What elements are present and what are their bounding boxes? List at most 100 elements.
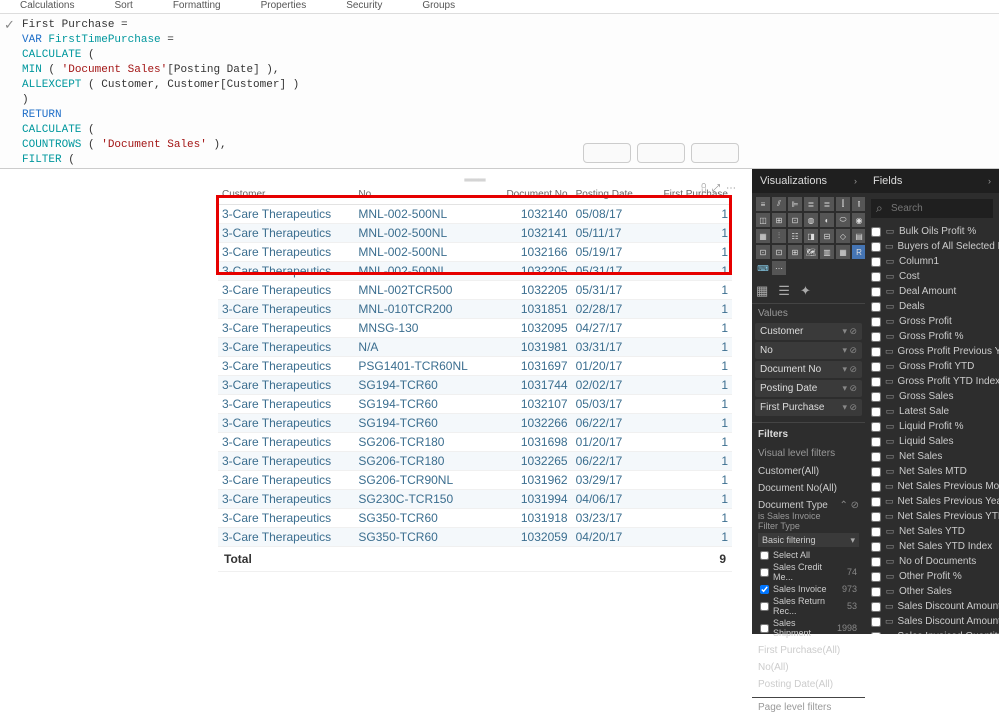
field-item[interactable]: ▭Net Sales xyxy=(865,449,999,464)
field-item[interactable]: ▭Gross Profit YTD Index xyxy=(865,374,999,389)
viz-type-icon[interactable]: ▦ xyxy=(756,229,770,243)
field-item[interactable]: ▭Gross Profit YTD xyxy=(865,359,999,374)
ribbon-properties[interactable]: Properties xyxy=(241,0,327,13)
fields-tab-icon[interactable]: ▦ xyxy=(756,283,768,299)
viz-type-icon[interactable]: ⋯ xyxy=(772,261,786,275)
field-item[interactable]: ▭Net Sales YTD Index xyxy=(865,539,999,554)
field-item[interactable]: ▭Cost xyxy=(865,269,999,284)
field-item[interactable]: ▭Sales Invoiced Quantity xyxy=(865,629,999,634)
viz-type-icon[interactable]: ⌨ xyxy=(756,261,770,275)
report-canvas[interactable]: ═══ ⩉ ⤢ ⋯ CustomerNoDocument NoPosting D… xyxy=(0,169,752,634)
field-item[interactable]: ▭Gross Profit Previous YTD xyxy=(865,344,999,359)
col-customer[interactable]: Customer xyxy=(218,185,354,205)
viz-type-icon[interactable]: ☷ xyxy=(788,229,802,243)
ribbon-formatting[interactable]: Formatting xyxy=(153,0,241,13)
viz-type-icon[interactable]: ◉ xyxy=(852,213,866,227)
analytics-tab-icon[interactable]: ✦ xyxy=(800,283,811,299)
viz-type-icon[interactable]: ◐ xyxy=(820,213,834,227)
format-btn-2[interactable] xyxy=(637,143,685,163)
filter-item[interactable]: First Purchase(All) xyxy=(752,642,865,659)
filter-item[interactable]: Customer(All) xyxy=(752,463,865,480)
viz-type-icon[interactable]: ◍ xyxy=(804,213,818,227)
format-btn-3[interactable] xyxy=(691,143,739,163)
viz-type-icon[interactable]: ◫ xyxy=(756,213,770,227)
table-row[interactable]: 3-Care TherapeuticsSG206-TCR180103169801… xyxy=(218,433,732,452)
filter-doctype-title[interactable]: Document Type xyxy=(758,500,828,511)
table-row[interactable]: 3-Care TherapeuticsPSG1401-TCR60NL103169… xyxy=(218,357,732,376)
field-item[interactable]: ▭Net Sales MTD xyxy=(865,464,999,479)
field-item[interactable]: ▭Buyers of All Selected Pr... xyxy=(865,239,999,254)
viz-type-icon[interactable]: ≣ xyxy=(820,197,834,211)
table-row[interactable]: 3-Care TherapeuticsSG194-TCR60103210705/… xyxy=(218,395,732,414)
viz-type-icon[interactable]: ⊞ xyxy=(788,245,802,259)
field-item[interactable]: ▭Other Sales xyxy=(865,584,999,599)
field-item[interactable]: ▭Sales Discount Amount % xyxy=(865,614,999,629)
filter-item[interactable]: Document No(All) xyxy=(752,480,865,497)
table-row[interactable]: 3-Care TherapeuticsSG230C-TCR15010319940… xyxy=(218,490,732,509)
table-row[interactable]: 3-Care TherapeuticsSG194-TCR60103226606/… xyxy=(218,414,732,433)
table-row[interactable]: 3-Care TherapeuticsSG350-TCR60103191803/… xyxy=(218,509,732,528)
viz-type-icon[interactable]: ≣ xyxy=(804,197,818,211)
table-row[interactable]: 3-Care TherapeuticsSG206-TCR180103226506… xyxy=(218,452,732,471)
viz-type-icon[interactable]: 🗺 xyxy=(804,245,818,259)
more-icon[interactable]: ⋯ xyxy=(726,183,736,194)
collapse-icon[interactable]: ⌃ xyxy=(839,500,847,511)
filter-option[interactable]: Select All xyxy=(758,549,859,561)
viz-type-icon[interactable]: ▤ xyxy=(852,229,866,243)
field-item[interactable]: ▭Gross Sales xyxy=(865,389,999,404)
field-item[interactable]: ▭Sales Discount Amount xyxy=(865,599,999,614)
viz-type-icon[interactable]: ▥ xyxy=(820,245,834,259)
field-item[interactable]: ▭Deals xyxy=(865,299,999,314)
field-item[interactable]: ▭Liquid Profit % xyxy=(865,419,999,434)
filter-option[interactable]: Sales Return Rec...53 xyxy=(758,595,859,617)
table-row[interactable]: 3-Care TherapeuticsMNL-002-500NL10321410… xyxy=(218,224,732,243)
field-item[interactable]: ▭No of Documents xyxy=(865,554,999,569)
field-item[interactable]: ▭Deal Amount xyxy=(865,284,999,299)
viz-type-icon[interactable]: ◇ xyxy=(836,229,850,243)
table-row[interactable]: 3-Care TherapeuticsMNL-002-500NL10322050… xyxy=(218,262,732,281)
viz-type-icon[interactable]: ⊡ xyxy=(788,213,802,227)
viz-type-icon[interactable]: ⊡ xyxy=(756,245,770,259)
field-item[interactable]: ▭Latest Sale xyxy=(865,404,999,419)
filter-item[interactable]: Posting Date(All) xyxy=(752,676,865,693)
format-tab-icon[interactable]: ☰ xyxy=(778,283,790,299)
drag-handle-icon[interactable]: ═══ xyxy=(218,175,732,185)
filter-type-dropdown[interactable]: Basic filtering xyxy=(758,533,859,547)
field-well[interactable]: Customer▾ ⊘ xyxy=(755,323,862,340)
field-well[interactable]: Posting Date▾ ⊘ xyxy=(755,380,862,397)
viz-type-icon[interactable]: ⫶ xyxy=(772,229,786,243)
field-item[interactable]: ▭Net Sales YTD xyxy=(865,524,999,539)
viz-type-icon[interactable]: ◨ xyxy=(804,229,818,243)
viz-type-icon[interactable]: ⊟ xyxy=(820,229,834,243)
filter-option[interactable]: Sales Invoice973 xyxy=(758,583,859,595)
field-well[interactable]: First Purchase▾ ⊘ xyxy=(755,399,862,416)
filter-option[interactable]: Sales Shipment1998 xyxy=(758,617,859,639)
table-row[interactable]: 3-Care TherapeuticsMNL-010TCR20010318510… xyxy=(218,300,732,319)
table-row[interactable]: 3-Care TherapeuticsSG206-TCR90NL10319620… xyxy=(218,471,732,490)
table-row[interactable]: 3-Care TherapeuticsSG350-TCR60103205904/… xyxy=(218,528,732,547)
field-item[interactable]: ▭Gross Profit % xyxy=(865,329,999,344)
table-row[interactable]: 3-Care TherapeuticsMNL-002TCR50010322050… xyxy=(218,281,732,300)
table-row[interactable]: 3-Care TherapeuticsMNL-002-500NL10321400… xyxy=(218,205,732,224)
field-item[interactable]: ▭Net Sales Previous Month xyxy=(865,479,999,494)
filter-option[interactable]: Sales Credit Me...74 xyxy=(758,561,859,583)
viz-type-icon[interactable]: R xyxy=(852,245,866,259)
table-visual[interactable]: ═══ ⩉ ⤢ ⋯ CustomerNoDocument NoPosting D… xyxy=(218,175,732,572)
viz-type-icon[interactable]: ⊫ xyxy=(788,197,802,211)
formula-editor[interactable]: ✓ First Purchase =VAR FirstTimePurchase … xyxy=(0,14,999,169)
field-item[interactable]: ▭Net Sales Previous Year xyxy=(865,494,999,509)
field-item[interactable]: ▭Net Sales Previous YTD xyxy=(865,509,999,524)
field-well[interactable]: No▾ ⊘ xyxy=(755,342,862,359)
ribbon-calculations[interactable]: Calculations xyxy=(0,0,94,13)
col-posting-date[interactable]: Posting Date xyxy=(572,185,648,205)
table-row[interactable]: 3-Care TherapeuticsSG194-TCR60103174402/… xyxy=(218,376,732,395)
commit-check-icon[interactable]: ✓ xyxy=(4,18,15,33)
table-row[interactable]: 3-Care TherapeuticsN/A103198103/31/171 xyxy=(218,338,732,357)
search-input[interactable] xyxy=(871,199,993,218)
field-item[interactable]: ▭Bulk Oils Profit % xyxy=(865,224,999,239)
field-well[interactable]: Document No▾ ⊘ xyxy=(755,361,862,378)
ribbon-security[interactable]: Security xyxy=(326,0,402,13)
field-item[interactable]: ▭Gross Profit xyxy=(865,314,999,329)
table-row[interactable]: 3-Care TherapeuticsMNL-002-500NL10321660… xyxy=(218,243,732,262)
viz-type-icon[interactable]: ▦ xyxy=(836,245,850,259)
